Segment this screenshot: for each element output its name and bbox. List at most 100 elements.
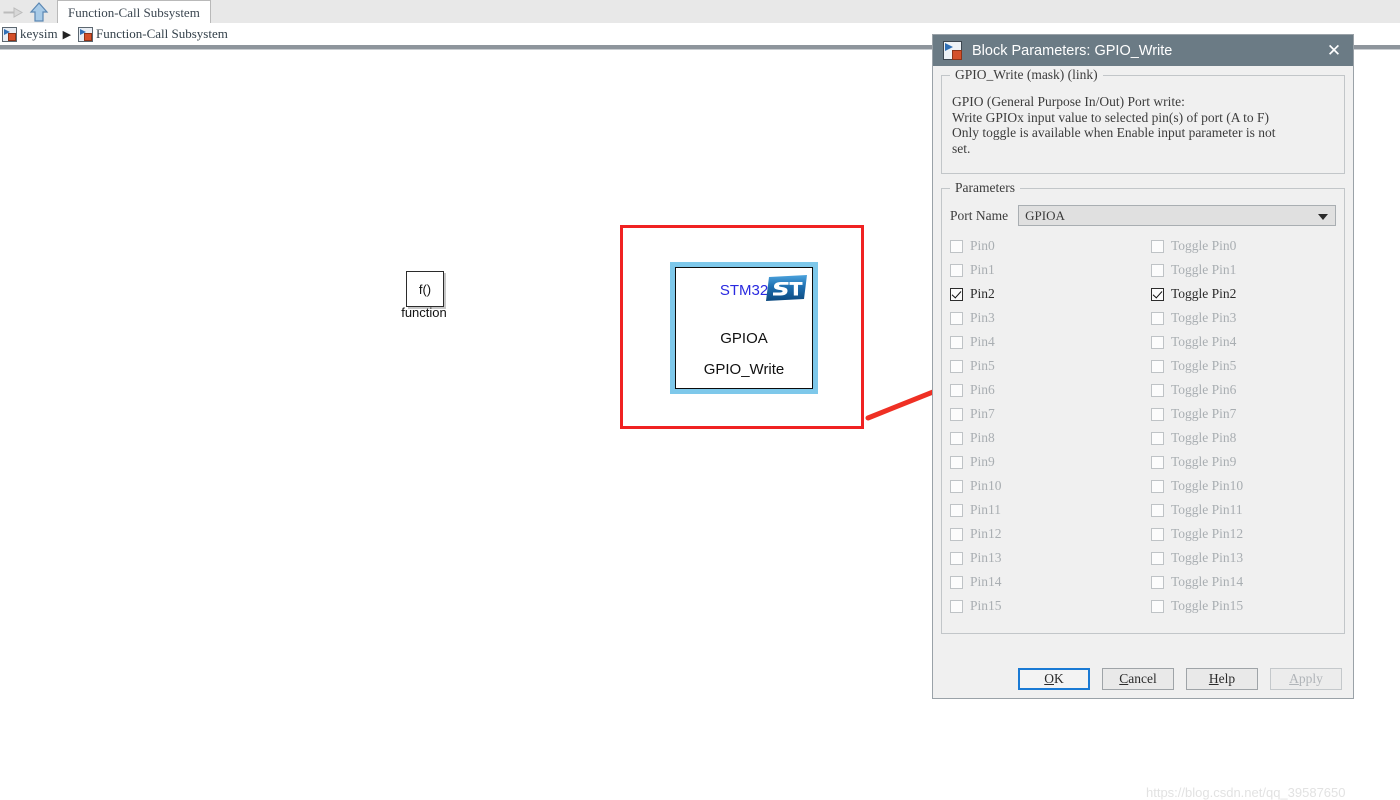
checkbox-pin8-cell[interactable]: Pin8 xyxy=(942,430,1143,446)
checkbox-toggle-pin7-cell[interactable]: Toggle Pin7 xyxy=(1143,406,1344,422)
label-pin7: Pin7 xyxy=(970,406,995,421)
pin-checkbox-grid: Pin0 Toggle Pin0 Pin1 Toggle Pin1 Pin2 Toggle… xyxy=(942,226,1344,618)
checkbox-pin5[interactable] xyxy=(950,359,963,373)
checkbox-pin7[interactable] xyxy=(950,407,963,421)
checkbox-toggle-pin14-cell[interactable]: Toggle Pin14 xyxy=(1143,574,1344,590)
checkbox-toggle-pin5-cell[interactable]: Toggle Pin5 xyxy=(1143,358,1344,374)
checkbox-toggle-pin11-cell[interactable]: Toggle Pin11 xyxy=(1143,502,1344,518)
checkbox-pin2-cell[interactable]: Pin2 xyxy=(942,286,1143,302)
checkbox-toggle-pin2[interactable] xyxy=(1151,287,1164,301)
checkbox-pin11-cell[interactable]: Pin11 xyxy=(942,502,1143,518)
checkbox-pin6-cell[interactable]: Pin6 xyxy=(942,382,1143,398)
dialog-title-bar[interactable]: Block Parameters: GPIO_Write ✕ xyxy=(933,35,1353,66)
close-icon[interactable]: ✕ xyxy=(1323,40,1345,62)
checkbox-pin3[interactable] xyxy=(950,311,963,325)
checkbox-pin9[interactable] xyxy=(950,455,963,469)
checkbox-pin4-cell[interactable]: Pin4 xyxy=(942,334,1143,350)
checkbox-toggle-pin14[interactable] xyxy=(1151,575,1164,589)
help-button[interactable]: Help xyxy=(1186,668,1258,690)
checkbox-pin3-cell[interactable]: Pin3 xyxy=(942,310,1143,326)
checkbox-toggle-pin6-cell[interactable]: Toggle Pin6 xyxy=(1143,382,1344,398)
checkbox-toggle-pin12[interactable] xyxy=(1151,527,1164,541)
label-toggle-pin10: Toggle Pin10 xyxy=(1171,478,1244,493)
label-pin4: Pin4 xyxy=(970,334,995,349)
checkbox-pin4[interactable] xyxy=(950,335,963,349)
checkbox-toggle-pin0[interactable] xyxy=(1151,239,1164,253)
checkbox-pin11[interactable] xyxy=(950,503,963,517)
checkbox-toggle-pin4-cell[interactable]: Toggle Pin4 xyxy=(1143,334,1344,350)
checkbox-pin15-cell[interactable]: Pin15 xyxy=(942,598,1143,614)
checkbox-toggle-pin7[interactable] xyxy=(1151,407,1164,421)
pin-row: Pin9 Toggle Pin9 xyxy=(942,450,1344,474)
checkbox-pin12-cell[interactable]: Pin12 xyxy=(942,526,1143,542)
pin-row: Pin13 Toggle Pin13 xyxy=(942,546,1344,570)
checkbox-toggle-pin13-cell[interactable]: Toggle Pin13 xyxy=(1143,550,1344,566)
label-pin12: Pin12 xyxy=(970,526,1002,541)
port-name-select[interactable]: GPIOA xyxy=(1018,205,1336,226)
label-pin14: Pin14 xyxy=(970,574,1002,589)
checkbox-toggle-pin12-cell[interactable]: Toggle Pin12 xyxy=(1143,526,1344,542)
breadcrumb-root[interactable]: keysim xyxy=(20,26,58,42)
label-pin15: Pin15 xyxy=(970,598,1002,613)
pin-row: Pin5 Toggle Pin5 xyxy=(942,354,1344,378)
gpio-write-block[interactable]: STM32 GPIOA GPIO_Write xyxy=(675,267,813,389)
gpio-write-block-selection[interactable]: STM32 GPIOA GPIO_Write xyxy=(670,262,818,394)
checkbox-toggle-pin3-cell[interactable]: Toggle Pin3 xyxy=(1143,310,1344,326)
ok-button[interactable]: OK xyxy=(1018,668,1090,690)
checkbox-toggle-pin15[interactable] xyxy=(1151,599,1164,613)
checkbox-pin12[interactable] xyxy=(950,527,963,541)
checkbox-toggle-pin0-cell[interactable]: Toggle Pin0 xyxy=(1143,238,1344,254)
checkbox-toggle-pin1[interactable] xyxy=(1151,263,1164,277)
checkbox-toggle-pin11[interactable] xyxy=(1151,503,1164,517)
label-toggle-pin9: Toggle Pin9 xyxy=(1171,454,1237,469)
arrow-up-icon[interactable] xyxy=(28,1,50,23)
checkbox-pin13[interactable] xyxy=(950,551,963,565)
checkbox-pin14[interactable] xyxy=(950,575,963,589)
cancel-button[interactable]: Cancel xyxy=(1102,668,1174,690)
checkbox-pin14-cell[interactable]: Pin14 xyxy=(942,574,1143,590)
checkbox-pin0[interactable] xyxy=(950,239,963,253)
checkbox-pin8[interactable] xyxy=(950,431,963,445)
st-logo-icon xyxy=(764,274,808,302)
checkbox-toggle-pin4[interactable] xyxy=(1151,335,1164,349)
label-toggle-pin15: Toggle Pin15 xyxy=(1171,598,1244,613)
checkbox-pin10-cell[interactable]: Pin10 xyxy=(942,478,1143,494)
checkbox-toggle-pin2-cell[interactable]: Toggle Pin2 xyxy=(1143,286,1344,302)
label-toggle-pin13: Toggle Pin13 xyxy=(1171,550,1244,565)
label-toggle-pin12: Toggle Pin12 xyxy=(1171,526,1244,541)
checkbox-pin5-cell[interactable]: Pin5 xyxy=(942,358,1143,374)
checkbox-pin7-cell[interactable]: Pin7 xyxy=(942,406,1143,422)
checkbox-toggle-pin5[interactable] xyxy=(1151,359,1164,373)
checkbox-toggle-pin3[interactable] xyxy=(1151,311,1164,325)
checkbox-pin1[interactable] xyxy=(950,263,963,277)
description-group: GPIO_Write (mask) (link) GPIO (General P… xyxy=(941,67,1345,174)
breadcrumb-leaf[interactable]: Function-Call Subsystem xyxy=(96,26,228,42)
dialog-body: GPIO_Write (mask) (link) GPIO (General P… xyxy=(933,67,1353,690)
label-pin1: Pin1 xyxy=(970,262,995,277)
checkbox-pin6[interactable] xyxy=(950,383,963,397)
checkbox-toggle-pin8[interactable] xyxy=(1151,431,1164,445)
checkbox-pin9-cell[interactable]: Pin9 xyxy=(942,454,1143,470)
checkbox-toggle-pin10-cell[interactable]: Toggle Pin10 xyxy=(1143,478,1344,494)
function-call-block[interactable]: f() xyxy=(406,271,444,307)
checkbox-pin0-cell[interactable]: Pin0 xyxy=(942,238,1143,254)
checkbox-toggle-pin15-cell[interactable]: Toggle Pin15 xyxy=(1143,598,1344,614)
block-parameters-dialog[interactable]: Block Parameters: GPIO_Write ✕ GPIO_Writ… xyxy=(932,34,1354,699)
arrow-right-icon[interactable] xyxy=(2,3,24,21)
checkbox-toggle-pin9[interactable] xyxy=(1151,455,1164,469)
checkbox-toggle-pin13[interactable] xyxy=(1151,551,1164,565)
checkbox-toggle-pin9-cell[interactable]: Toggle Pin9 xyxy=(1143,454,1344,470)
checkbox-pin1-cell[interactable]: Pin1 xyxy=(942,262,1143,278)
checkbox-toggle-pin10[interactable] xyxy=(1151,479,1164,493)
checkbox-pin15[interactable] xyxy=(950,599,963,613)
checkbox-toggle-pin1-cell[interactable]: Toggle Pin1 xyxy=(1143,262,1344,278)
checkbox-toggle-pin8-cell[interactable]: Toggle Pin8 xyxy=(1143,430,1344,446)
pin-row: Pin2 Toggle Pin2 xyxy=(942,282,1344,306)
checkbox-pin13-cell[interactable]: Pin13 xyxy=(942,550,1143,566)
checkbox-pin10[interactable] xyxy=(950,479,963,493)
checkbox-toggle-pin6[interactable] xyxy=(1151,383,1164,397)
label-pin3: Pin3 xyxy=(970,310,995,325)
checkbox-pin2[interactable] xyxy=(950,287,963,301)
tab-function-call-subsystem[interactable]: Function-Call Subsystem xyxy=(57,0,211,25)
label-toggle-pin2: Toggle Pin2 xyxy=(1171,286,1237,301)
